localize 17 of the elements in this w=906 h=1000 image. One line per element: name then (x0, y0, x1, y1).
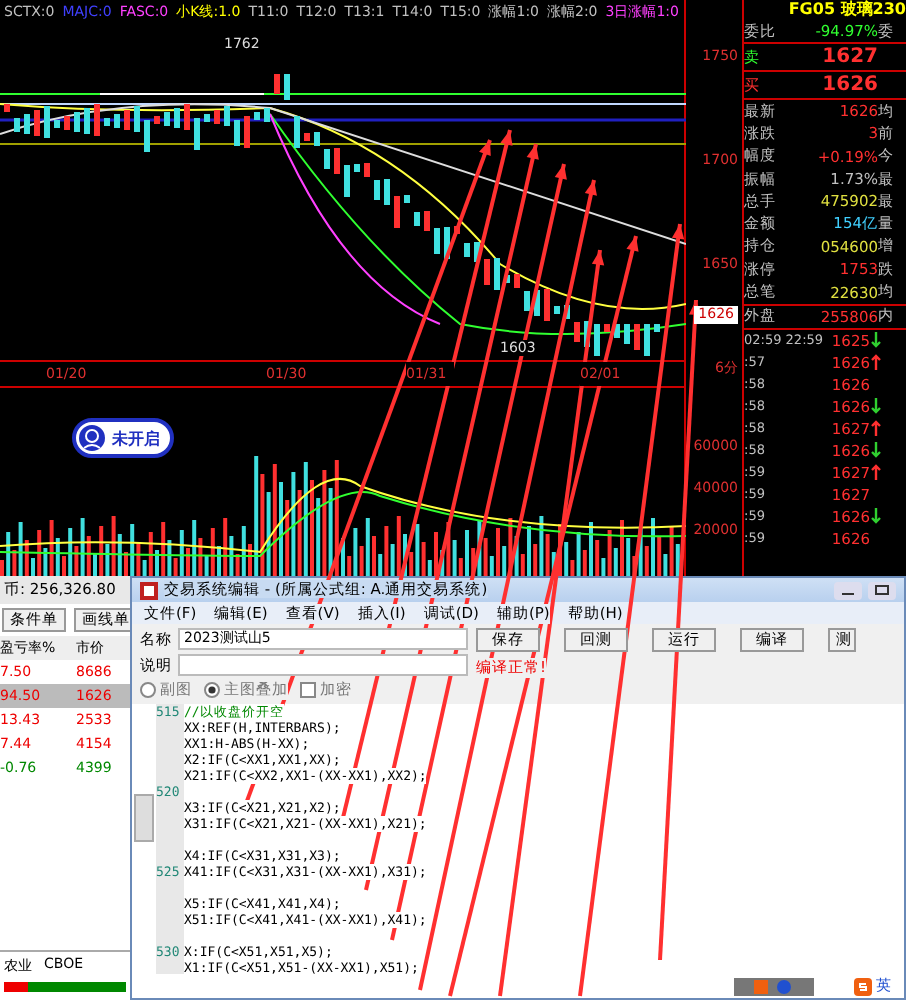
radio-button[interactable] (140, 682, 156, 698)
camera-status: 未开启 (112, 427, 160, 449)
maximize-icon[interactable] (868, 581, 896, 599)
minimize-icon[interactable] (834, 581, 862, 599)
ratio-bar (4, 982, 126, 992)
scroll-handle[interactable] (134, 794, 154, 842)
radio-button[interactable] (204, 682, 220, 698)
tray-icons[interactable] (734, 977, 814, 995)
ime-logo-icon[interactable] (854, 977, 872, 995)
book-price: 1626 (820, 74, 878, 96)
camera-icon (78, 424, 106, 452)
book-price: 1627 (820, 46, 878, 68)
camera-widget[interactable]: 未开启 (72, 418, 174, 458)
app-icon (140, 581, 158, 599)
checkbox[interactable] (300, 682, 316, 698)
description-field[interactable] (178, 654, 468, 676)
contract-title: FG05 玻璃230 (786, 0, 906, 20)
